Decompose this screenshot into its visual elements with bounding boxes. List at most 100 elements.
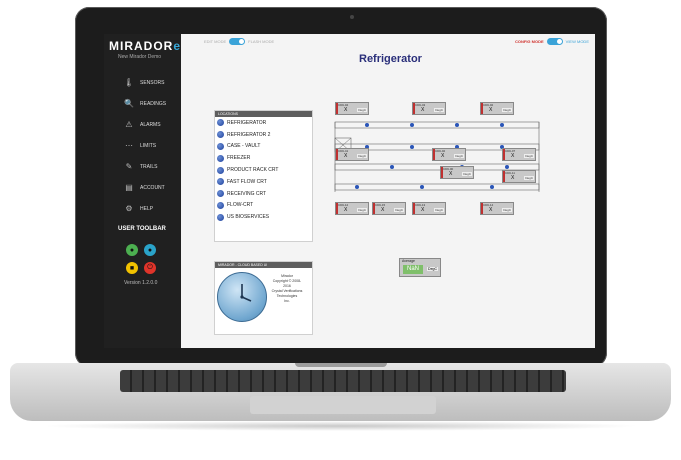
sensor-tile[interactable]: CDIL43 X DegC xyxy=(412,102,446,115)
location-dot-icon xyxy=(217,166,224,174)
sensor-unit: DegC xyxy=(524,176,534,180)
sidebar-nav: 🌡 SENSORS 🔍 READINGS ⚠ ALARMS ⋯ LIMITS ✎ TRAI… xyxy=(104,72,181,219)
info-line-4: Inc. xyxy=(284,299,290,303)
sensor-value: X xyxy=(344,207,348,213)
edit-mode-label: EDIT MODE xyxy=(204,39,227,44)
sensor-unit: DegC xyxy=(502,208,512,212)
locations-list: REFRIGERATOR REFRIGERATOR 2 CASE - VAULT FR… xyxy=(215,117,312,223)
view-mode-switch[interactable] xyxy=(546,38,563,45)
sensor-unit: DegC xyxy=(434,208,444,212)
sidebar-item-alarms[interactable]: ⚠ ALARMS xyxy=(104,114,181,135)
average-value: NaN xyxy=(403,265,423,274)
location-dot-icon xyxy=(217,213,224,221)
logo-text-a: A xyxy=(134,39,144,53)
sensor-value: X xyxy=(381,207,385,213)
screen: MIRADORe New Mirador Demo 🌡 SENSORS 🔍 READ… xyxy=(104,34,595,348)
location-dot-icon xyxy=(217,131,224,139)
sidebar-item-help[interactable]: ⚙ HELP xyxy=(104,198,181,219)
location-item[interactable]: FAST FLOW CRT xyxy=(215,176,312,188)
users-icon[interactable]: ● xyxy=(144,244,156,256)
sidebar-item-limits[interactable]: ⋯ LIMITS xyxy=(104,135,181,156)
info-header: MIRADOR - CLOUD BASED UI xyxy=(215,262,312,268)
sensor-value: X xyxy=(421,207,425,213)
sensor-value: X xyxy=(344,107,348,113)
location-label: PRODUCT RACK CRT xyxy=(227,167,279,174)
floor-plan: CDIL04 X DegC CDIL43 X DegC CDIL02 X DegC CDIL41 X… xyxy=(332,102,544,218)
flash-mode-switch[interactable] xyxy=(229,38,246,45)
location-dot-icon xyxy=(217,119,224,127)
location-item[interactable]: FREEZER xyxy=(215,152,312,164)
keyboard xyxy=(120,370,566,392)
sidebar-item-label: HELP xyxy=(140,205,154,212)
sensor-tile[interactable]: CDIL07 X DegC xyxy=(502,148,536,161)
sensor-tile[interactable]: CDIL11 X DegC xyxy=(502,170,536,183)
location-label: US BIOSERVICES xyxy=(227,214,270,221)
info-line-3: Crystal Verifications Technologies xyxy=(271,289,303,298)
app-subtitle: New Mirador Demo xyxy=(118,54,162,60)
sensor-unit: DegC xyxy=(394,208,404,212)
user-icon[interactable]: ● xyxy=(126,244,138,256)
location-item[interactable]: US BIOSERVICES xyxy=(215,211,312,223)
sensor-unit: DegC xyxy=(462,172,472,176)
laptop-notch xyxy=(295,363,387,367)
location-label: RECEIVING CRT xyxy=(227,190,267,197)
sensor-value: X xyxy=(344,153,348,159)
sidebar: MIRADORe New Mirador Demo 🌡 SENSORS 🔍 READ… xyxy=(104,34,181,348)
sensor-tile[interactable]: CDIL14 X DegC xyxy=(480,202,514,215)
help-icon: ⚙ xyxy=(125,204,133,213)
clock-icon xyxy=(217,272,267,322)
sensor-tile[interactable]: CDIL02 X DegC xyxy=(480,102,514,115)
sidebar-item-label: TRAILS xyxy=(140,163,158,170)
sensor-tile[interactable]: CDIL00 X DegC xyxy=(440,166,474,179)
account-icon: ▤ xyxy=(125,183,133,192)
location-label: REFRIGERATOR 2 xyxy=(227,131,271,138)
sensor-unit: DegC xyxy=(357,154,367,158)
search-icon: 🔍 xyxy=(124,99,134,108)
power-icon[interactable]: ⏻ xyxy=(144,262,156,274)
sidebar-item-label: ALARMS xyxy=(140,121,161,128)
info-line-2: Copyright © 2008-2016 xyxy=(272,279,302,288)
sidebar-item-sensors[interactable]: 🌡 SENSORS xyxy=(104,72,181,93)
locations-panel: LOCATIONS REFRIGERATOR REFRIGERATOR 2 CASE… xyxy=(214,110,313,242)
location-label: FLOW-CRT xyxy=(227,202,254,209)
sensor-tile[interactable]: CDIL15 X DegC xyxy=(372,202,406,215)
sidebar-item-readings[interactable]: 🔍 READINGS xyxy=(104,93,181,114)
location-item[interactable]: FLOW-CRT xyxy=(215,200,312,212)
average-widget[interactable]: Average NaN DegC xyxy=(399,258,441,277)
location-item[interactable]: PRODUCT RACK CRT xyxy=(215,164,312,176)
sensor-tile[interactable]: CDIL12 X DegC xyxy=(335,202,369,215)
sensor-tile[interactable]: CDIL41 X DegC xyxy=(335,148,369,161)
location-item[interactable]: CASE - VAULT xyxy=(215,141,312,153)
logo-text-dor: DOR xyxy=(143,39,174,53)
warning-icon: ⚠ xyxy=(125,120,133,129)
sensor-unit: DegC xyxy=(434,108,444,112)
sensor-value: X xyxy=(449,171,453,177)
sensor-tile[interactable]: CDIL13 X DegC xyxy=(412,202,446,215)
sensor-unit: DegC xyxy=(454,154,464,158)
location-item[interactable]: REFRIGERATOR xyxy=(215,117,312,129)
sensor-unit: DegC xyxy=(357,208,367,212)
limits-icon: ⋯ xyxy=(125,141,133,150)
sensor-tile[interactable]: CDIL04 X DegC xyxy=(335,102,369,115)
sidebar-item-label: SENSORS xyxy=(140,79,165,86)
location-item[interactable]: REFRIGERATOR 2 xyxy=(215,129,312,141)
sidebar-item-account[interactable]: ▤ ACCOUNT xyxy=(104,177,181,198)
sidebar-item-trails[interactable]: ✎ TRAILS xyxy=(104,156,181,177)
logo-text: MIR xyxy=(109,39,134,53)
sensor-value: X xyxy=(511,153,515,159)
location-label: FAST FLOW CRT xyxy=(227,178,267,185)
lock-icon[interactable]: ■ xyxy=(126,262,138,274)
location-label: CASE - VAULT xyxy=(227,143,261,150)
flash-mode-label: FLASH MODE xyxy=(248,39,275,44)
mode-toggle-left[interactable]: EDIT MODE FLASH MODE xyxy=(204,38,274,45)
logo: MIRADORe xyxy=(109,39,181,53)
thermometer-icon: 🌡 xyxy=(123,78,135,87)
location-item[interactable]: RECEIVING CRT xyxy=(215,188,312,200)
location-dot-icon xyxy=(217,154,224,162)
mode-toggle-right[interactable]: CONFIG MODE VIEW MODE xyxy=(515,38,589,45)
edit-icon: ✎ xyxy=(125,162,133,171)
location-dot-icon xyxy=(217,190,224,198)
trackpad xyxy=(250,396,436,414)
sensor-value: X xyxy=(489,207,493,213)
sensor-tile[interactable]: CDIL02 X DegC xyxy=(432,148,466,161)
